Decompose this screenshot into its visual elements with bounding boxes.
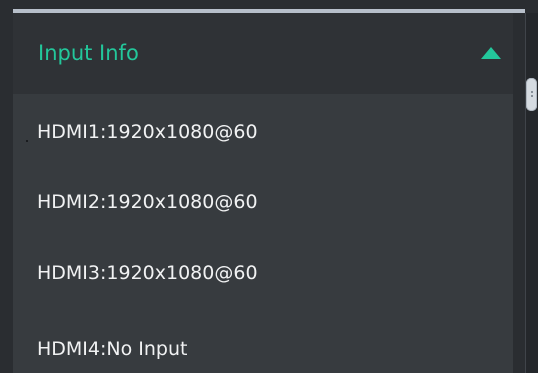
- panel-title: Input Info: [38, 41, 139, 65]
- grip-dot: [531, 95, 533, 97]
- input-row-hdmi1: HDMI1:1920x1080@60: [37, 121, 258, 143]
- adjacent-panel-edge: [525, 13, 538, 373]
- input-row-hdmi4: HDMI4:No Input: [37, 338, 188, 360]
- input-row-hdmi2: HDMI2:1920x1080@60: [37, 191, 258, 213]
- triangle-up-icon: [481, 47, 501, 59]
- grip-dot: [531, 91, 533, 93]
- drag-handle-icon[interactable]: [526, 78, 537, 111]
- input-info-panel: Input Info HDMI1:1920x1080@60 HDMI2:1920…: [13, 13, 513, 373]
- panel-header[interactable]: Input Info: [13, 13, 513, 94]
- panel-gutter: [513, 13, 525, 373]
- collapse-toggle-button[interactable]: [477, 39, 505, 67]
- stray-dot: [26, 140, 28, 142]
- input-info-screen: Input Info HDMI1:1920x1080@60 HDMI2:1920…: [0, 0, 538, 373]
- input-row-hdmi3: HDMI3:1920x1080@60: [37, 262, 258, 284]
